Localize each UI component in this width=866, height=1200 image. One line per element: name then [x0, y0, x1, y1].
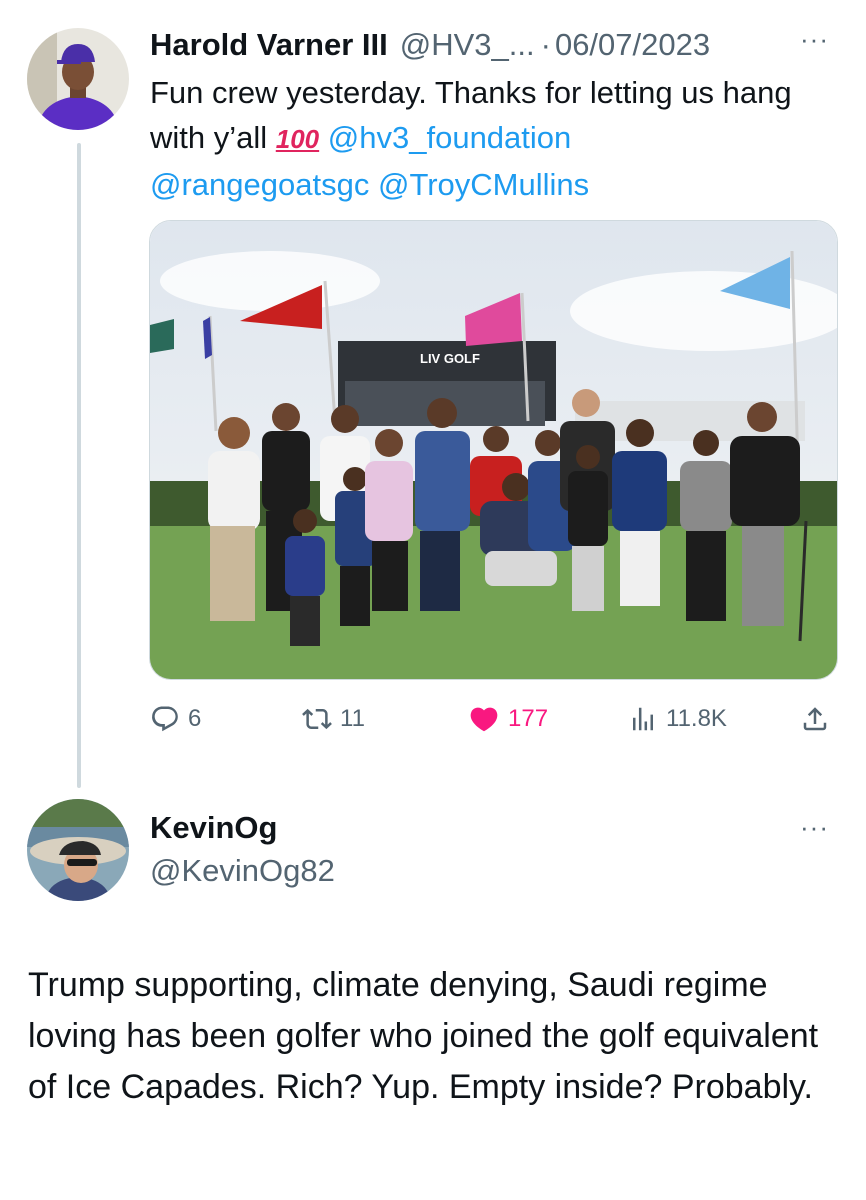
- tweet-photo[interactable]: LIV GOLF: [149, 220, 838, 680]
- like-count: 177: [508, 705, 549, 732]
- mention-hv3-foundation[interactable]: @hv3_foundation: [328, 120, 572, 155]
- reply-author-display-name[interactable]: KevinOg: [150, 810, 277, 846]
- tweet-action-bar: 6 11 177 11.8K: [150, 700, 840, 740]
- tweet-text: Fun crew yesterday. Thanks for letting u…: [150, 70, 840, 207]
- share-button[interactable]: [800, 700, 830, 738]
- author-display-name[interactable]: Harold Varner III: [150, 27, 388, 63]
- reply-icon: [152, 706, 178, 732]
- retweet-count: 11: [340, 705, 365, 732]
- reply-author-handle[interactable]: @KevinOg82: [150, 853, 335, 889]
- views-chart-icon: [633, 707, 653, 731]
- reply-text: Trump supporting, climate denying, Saudi…: [28, 966, 819, 1106]
- tweet-date[interactable]: 06/07/2023: [555, 27, 710, 63]
- mention-rangegoatsgc[interactable]: @rangegoatsgc: [150, 167, 369, 202]
- retweet-button[interactable]: 11: [302, 700, 365, 738]
- photo-sign-text: LIV GOLF: [420, 351, 480, 366]
- hundred-points-emoji-icon: 100: [275, 124, 320, 154]
- author-handle[interactable]: @HV3_...: [400, 27, 535, 63]
- reply-more-dots-icon[interactable]: ···: [800, 812, 829, 843]
- views-count: 11.8K: [666, 705, 727, 732]
- share-icon: [803, 707, 827, 731]
- retweet-icon: [302, 708, 332, 730]
- like-heart-icon: [470, 707, 498, 732]
- header-separator: ·: [540, 27, 551, 62]
- reply-count: 6: [188, 705, 202, 732]
- thread-connector-line: [77, 143, 81, 788]
- reply-button[interactable]: 6: [150, 700, 201, 738]
- views-button[interactable]: 11.8K: [628, 700, 727, 738]
- more-dots-icon[interactable]: ···: [800, 24, 829, 55]
- reply-author-avatar[interactable]: [27, 799, 129, 901]
- author-avatar[interactable]: [27, 28, 129, 130]
- like-button[interactable]: 177: [468, 700, 548, 738]
- mention-troycmullins[interactable]: @TroyCMullins: [378, 167, 589, 202]
- tweet-header: Harold Varner III @HV3_... · 06/07/2023: [150, 24, 840, 66]
